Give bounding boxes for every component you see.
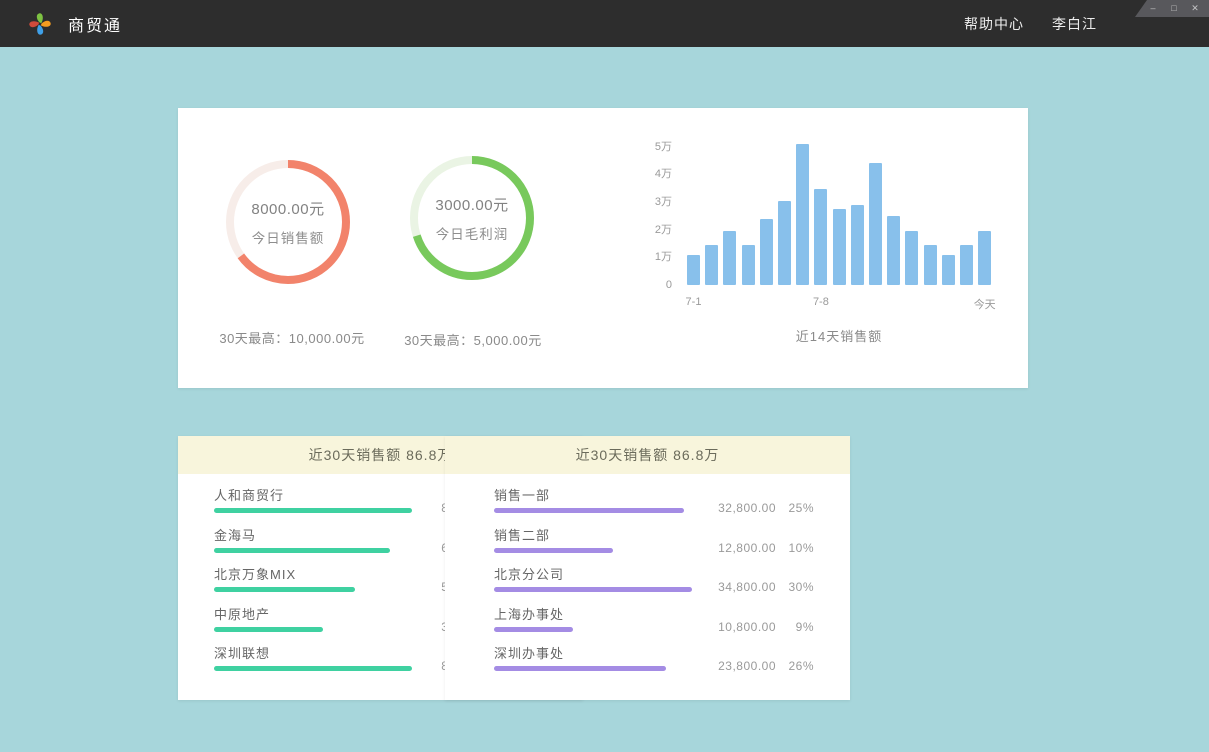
- bar-chart-title: 近14天销售额: [687, 326, 991, 345]
- bar: [978, 231, 991, 285]
- today-profit-label: 今日毛利润: [436, 223, 509, 243]
- row-progress-bar: [214, 627, 323, 632]
- bar: [778, 201, 791, 285]
- row-values: 32,800.0025%: [718, 500, 814, 516]
- minimize-icon[interactable]: –: [1147, 1, 1159, 16]
- row-percent: 26%: [776, 658, 814, 674]
- main-area: 8000.00元 今日销售额 30天最高：10,000.00元 3000.00元…: [0, 47, 1209, 752]
- pinwheel-logo-icon: [28, 12, 52, 36]
- row-progress-bar: [494, 627, 573, 632]
- row-progress-bar: [494, 666, 666, 671]
- row-label: 中原地产: [214, 607, 270, 623]
- row-progress-bar: [214, 548, 390, 553]
- bar: [887, 216, 900, 285]
- y-axis-tick: 4万: [640, 167, 672, 181]
- username-menu[interactable]: 李白江: [1052, 14, 1097, 34]
- list-item: 销售一部 32,800.0025%: [494, 487, 814, 527]
- y-axis-tick: 1万: [640, 250, 672, 264]
- titlebar: 商贸通 帮助中心 李白江 – □ ✕: [0, 0, 1209, 47]
- row-values: 23,800.0026%: [718, 658, 814, 674]
- app-title: 商贸通: [68, 12, 122, 36]
- row-amount: 32,800.00: [718, 500, 776, 516]
- row-percent: 25%: [776, 500, 814, 516]
- y-axis-tick: 0: [640, 278, 672, 292]
- row-amount: 12,800.00: [718, 540, 776, 556]
- sales-14d-bar-chart: 近14天销售额 0 1万 2万 3万 4万 5万 7-1 7-8 今天: [640, 108, 1028, 388]
- row-percent: 9%: [776, 619, 814, 635]
- today-sales-label: 今日销售额: [252, 227, 325, 247]
- today-sales-value: 8000.00元: [251, 198, 324, 219]
- help-center-link[interactable]: 帮助中心: [964, 14, 1024, 34]
- profit-30d-max-note: 30天最高：5,000.00元: [358, 330, 588, 349]
- row-progress-bar: [214, 666, 412, 671]
- bar: [851, 205, 864, 285]
- bar: [814, 189, 827, 285]
- bar: [869, 163, 882, 285]
- row-values: 34,800.0030%: [718, 579, 814, 595]
- row-label: 深圳联想: [214, 646, 270, 662]
- window-controls: – □ ✕: [1135, 0, 1209, 17]
- row-progress-bar: [494, 587, 692, 592]
- y-axis-tick: 3万: [640, 195, 672, 209]
- today-overview-card: 8000.00元 今日销售额 30天最高：10,000.00元 3000.00元…: [178, 108, 1028, 388]
- today-profit-donut: 3000.00元 今日毛利润: [405, 151, 539, 285]
- departments-sales-card: 近30天销售额 86.8万 销售一部 32,800.0025% 销售二部 12,800…: [445, 436, 850, 700]
- y-axis-tick: 5万: [640, 140, 672, 154]
- row-percent: 10%: [776, 540, 814, 556]
- row-label: 金海马: [214, 528, 256, 544]
- row-label: 北京万象MIX: [214, 567, 296, 583]
- bar: [742, 245, 755, 285]
- row-amount: 10,800.00: [718, 619, 776, 635]
- y-axis-tick: 2万: [640, 223, 672, 237]
- bar: [760, 219, 773, 285]
- x-axis-tick: 7-1: [664, 296, 724, 308]
- maximize-icon[interactable]: □: [1168, 1, 1180, 16]
- bar: [796, 144, 809, 285]
- list-item: 深圳办事处 23,800.0026%: [494, 645, 814, 685]
- row-progress-bar: [214, 587, 355, 592]
- row-label: 销售一部: [494, 488, 550, 504]
- row-label: 深圳办事处: [494, 646, 564, 662]
- bar: [687, 255, 700, 285]
- row-values: 10,800.009%: [718, 619, 814, 635]
- row-amount: 23,800.00: [718, 658, 776, 674]
- row-percent: 30%: [776, 579, 814, 595]
- list-item: 上海办事处 10,800.009%: [494, 606, 814, 646]
- today-sales-donut: 8000.00元 今日销售额: [221, 155, 355, 289]
- bar: [705, 245, 718, 285]
- today-profit-value: 3000.00元: [435, 194, 508, 215]
- departments-card-title: 近30天销售额 86.8万: [445, 436, 850, 474]
- x-axis-tick: 今天: [955, 296, 1015, 312]
- row-progress-bar: [494, 548, 613, 553]
- departments-rows: 销售一部 32,800.0025% 销售二部 12,800.0010% 北京分公司 34,…: [445, 474, 850, 685]
- row-values: 12,800.0010%: [718, 540, 814, 556]
- row-progress-bar: [214, 508, 412, 513]
- row-label: 北京分公司: [494, 567, 564, 583]
- row-amount: 34,800.00: [718, 579, 776, 595]
- bar: [905, 231, 918, 285]
- bar: [924, 245, 937, 285]
- list-item: 北京分公司 34,800.0030%: [494, 566, 814, 606]
- bar: [942, 255, 955, 285]
- bar: [723, 231, 736, 285]
- row-label: 销售二部: [494, 528, 550, 544]
- x-axis-tick: 7-8: [791, 296, 851, 308]
- bar: [833, 209, 846, 285]
- close-icon[interactable]: ✕: [1189, 1, 1201, 16]
- row-progress-bar: [494, 508, 684, 513]
- list-item: 销售二部 12,800.0010%: [494, 527, 814, 567]
- row-label: 人和商贸行: [214, 488, 284, 504]
- row-label: 上海办事处: [494, 607, 564, 623]
- bar: [960, 245, 973, 285]
